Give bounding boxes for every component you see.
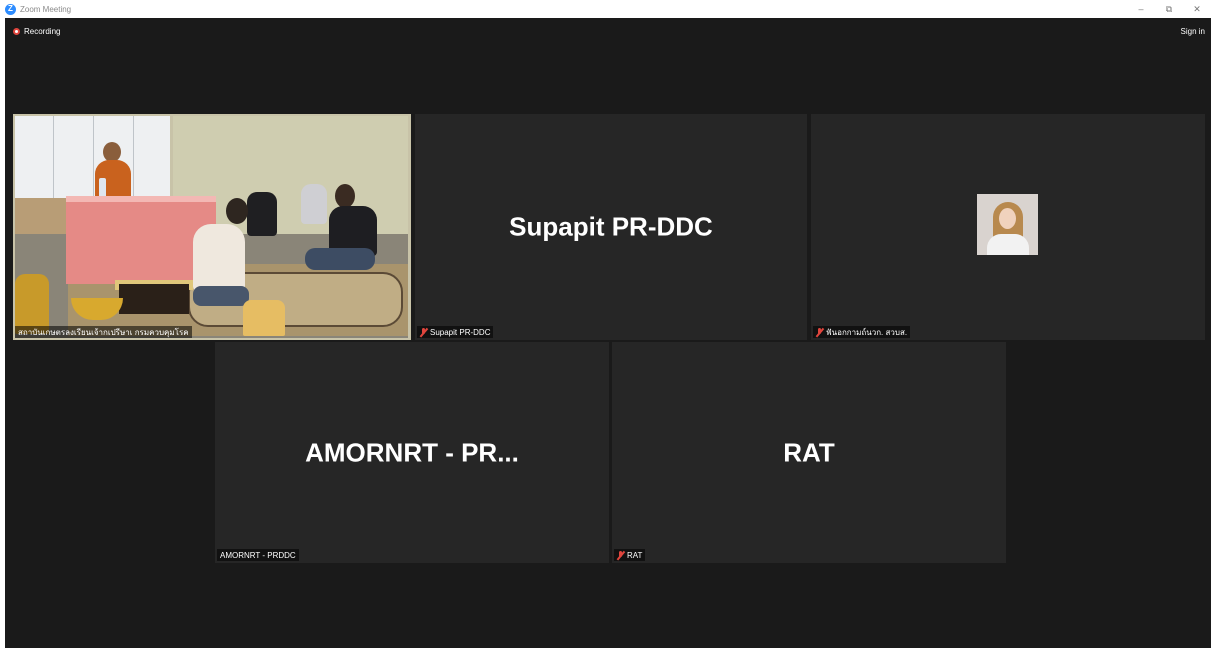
- window-title: Zoom Meeting: [20, 4, 72, 14]
- participant-name-label: RAT: [614, 549, 646, 561]
- video-tile-rat[interactable]: RAT RAT: [612, 342, 1006, 563]
- sign-in-link[interactable]: Sign in: [1181, 27, 1205, 36]
- restore-button[interactable]: ⧉: [1156, 0, 1182, 18]
- participant-name: AMORNRT - PRDDC: [220, 550, 296, 560]
- video-tile-amornrt[interactable]: AMORNRT - PR... AMORNRT - PRDDC: [215, 342, 609, 563]
- participant-video: [13, 114, 411, 340]
- video-tile-avatar[interactable]: ฟันอกกามถ์นวก. สวบส.: [811, 114, 1205, 340]
- participant-name-label: สถาบันเกษตรลงเรียนเจ้ากเปรีษาเ กรมควบคุม…: [15, 326, 192, 338]
- participant-name: ฟันอกกามถ์นวก. สวบส.: [826, 327, 908, 337]
- participant-name-label: Supapit PR-DDC: [417, 326, 494, 338]
- meeting-area: Recording Sign in สถาบันเกษตรลงเรียนเจ้า…: [5, 18, 1211, 648]
- participant-name: RAT: [627, 550, 643, 560]
- participant-display-name: Supapit PR-DDC: [509, 211, 713, 242]
- video-tile-active-speaker[interactable]: สถาบันเกษตรลงเรียนเจ้ากเปรีษาเ กรมควบคุม…: [13, 114, 411, 340]
- participant-name-label: AMORNRT - PRDDC: [217, 549, 299, 561]
- close-button[interactable]: ✕: [1184, 0, 1210, 18]
- participant-avatar: [977, 194, 1038, 255]
- mic-muted-icon: [815, 327, 824, 337]
- minimize-button[interactable]: –: [1128, 0, 1154, 18]
- window-titlebar: Z Zoom Meeting – ⧉ ✕: [0, 0, 1216, 18]
- mic-muted-icon: [616, 550, 625, 560]
- participant-name: สถาบันเกษตรลงเรียนเจ้ากเปรีษาเ กรมควบคุม…: [18, 327, 189, 337]
- recording-indicator[interactable]: Recording: [13, 27, 60, 36]
- participant-name-label: ฟันอกกามถ์นวก. สวบส.: [813, 326, 911, 338]
- mic-muted-icon: [419, 327, 428, 337]
- recording-icon: [13, 28, 20, 35]
- participant-display-name: RAT: [783, 437, 835, 467]
- recording-label: Recording: [24, 27, 61, 36]
- participant-display-name: AMORNRT - PR...: [305, 437, 519, 467]
- zoom-logo-icon: Z: [5, 3, 16, 15]
- video-tile-supapit[interactable]: Supapit PR-DDC Supapit PR-DDC: [415, 114, 807, 340]
- participant-name: Supapit PR-DDC: [430, 327, 491, 337]
